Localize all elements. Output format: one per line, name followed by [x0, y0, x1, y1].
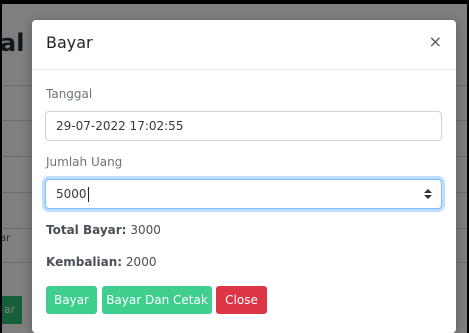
jumlah-uang-value: 5000 — [56, 187, 87, 201]
close-button[interactable]: Close — [216, 286, 267, 314]
total-bayar-value: 3000 — [130, 223, 161, 237]
jumlah-uang-input[interactable]: 5000 — [45, 179, 442, 209]
tanggal-field[interactable]: 29-07-2022 17:02:55 — [45, 111, 442, 141]
screen-frame-left — [0, 0, 2, 333]
total-bayar: Total Bayar: 3000 — [46, 223, 161, 237]
tanggal-label: Tanggal — [46, 87, 93, 101]
total-bayar-label: Total Bayar: — [46, 223, 127, 237]
payment-modal: Bayar × Tanggal 29-07-2022 17:02:55 Juml… — [32, 20, 456, 333]
text-caret — [87, 187, 89, 202]
tanggal-value: 29-07-2022 17:02:55 — [56, 119, 184, 133]
kembalian-value: 2000 — [125, 255, 157, 269]
kembalian: Kembalian: 2000 — [46, 255, 156, 269]
bayar-button[interactable]: Bayar — [46, 286, 97, 314]
jumlah-uang-label: Jumlah Uang — [46, 155, 123, 169]
spinner-updown-icon[interactable] — [423, 188, 433, 200]
modal-title: Bayar — [46, 33, 93, 52]
close-icon[interactable]: × — [429, 33, 442, 51]
modal-header: Bayar × — [32, 20, 456, 70]
bayar-dan-cetak-button[interactable]: Bayar Dan Cetak — [102, 286, 212, 314]
kembalian-label: Kembalian: — [46, 255, 123, 269]
screen-frame-top — [0, 0, 469, 4]
